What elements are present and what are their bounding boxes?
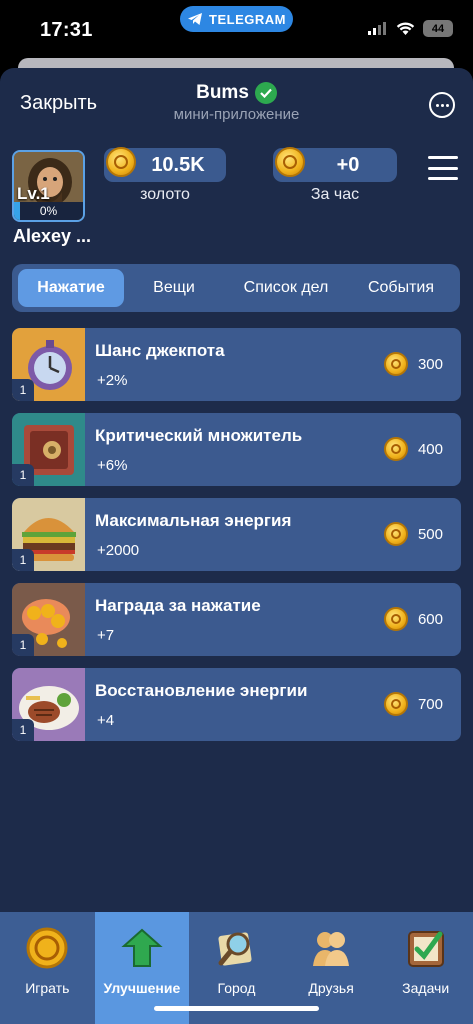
upgrade-price: 600 [383, 607, 443, 631]
telegram-pill[interactable]: TELEGRAM [180, 6, 293, 32]
upgrade-level: 1 [12, 379, 34, 401]
upgrade-list: 1 Шанс джекпота +2% 300 1 Критический мн… [12, 328, 461, 753]
upgrade-bonus: +7 [97, 627, 115, 644]
tab-items[interactable]: Вещи [124, 269, 224, 307]
coin-icon [275, 147, 305, 177]
upgrade-price: 400 [383, 437, 443, 461]
coin-icon [383, 522, 408, 546]
magnifier-map-icon [218, 932, 253, 966]
upgrade-bonus: +2000 [97, 542, 140, 559]
upgrade-name: Восстановление энергии [95, 681, 308, 700]
nav-tasks[interactable]: Задачи [378, 912, 473, 1024]
upgrade-price-value: 400 [417, 440, 443, 458]
nav-play[interactable]: Играть [0, 912, 95, 1024]
upgrade-image: 1 [12, 413, 85, 486]
status-bar: 17:31 TELEGRAM 44 [0, 0, 473, 60]
upgrade-price-value: 600 [417, 610, 443, 628]
friends-icon [313, 932, 350, 966]
checkbox-icon [407, 931, 444, 967]
wifi-icon [396, 21, 415, 35]
upgrade-card-energy-recovery[interactable]: 1 Восстановление энергии +4 700 [12, 668, 461, 741]
upgrade-bonus: +2% [97, 372, 128, 389]
arrow-up-icon [121, 928, 163, 967]
tab-todo-list[interactable]: Список дел [224, 269, 348, 307]
upgrade-tabs: Нажатие Вещи Список дел События [12, 264, 460, 312]
battery-icon: 44 [423, 20, 453, 37]
avatar[interactable]: Lv.1 0% [12, 150, 85, 222]
upgrade-price: 700 [383, 692, 443, 716]
app-title-text: Bums [196, 82, 249, 103]
upgrade-image: 1 [12, 498, 85, 571]
upgrade-card-critical-multiplier[interactable]: 1 Критический множитель +6% 400 [12, 413, 461, 486]
nav-label: Город [217, 980, 256, 996]
upgrade-card-jackpot-chance[interactable]: 1 Шанс джекпота +2% 300 [12, 328, 461, 401]
upgrade-bonus: +4 [97, 712, 115, 729]
upgrade-level: 1 [12, 549, 34, 571]
upgrade-price-value: 300 [417, 355, 443, 373]
upgrade-name: Награда за нажатие [95, 596, 261, 615]
app-title-block: Bums мини-приложение [0, 82, 473, 123]
upgrade-level: 1 [12, 464, 34, 486]
coin-icon [383, 437, 408, 461]
upgrade-price: 500 [383, 522, 443, 546]
level-progress-bar: 0% [14, 202, 83, 220]
app-header: Закрыть Bums мини-приложение [0, 68, 473, 138]
upgrade-image: 1 [12, 328, 85, 401]
upgrade-image: 1 [12, 583, 85, 656]
level-progress-fill [14, 202, 20, 220]
username: Alexey ... [13, 226, 92, 246]
upgrade-name: Шанс джекпота [95, 341, 225, 360]
upgrade-image: 1 [12, 668, 85, 741]
upgrade-level: 1 [12, 634, 34, 656]
more-options-button[interactable] [429, 92, 455, 118]
upgrade-card-tap-reward[interactable]: 1 Награда за нажатие +7 600 [12, 583, 461, 656]
gold-label: золото [140, 186, 190, 203]
hamburger-menu-icon[interactable] [428, 156, 458, 180]
nav-label: Играть [25, 980, 70, 996]
upgrade-price: 300 [383, 352, 443, 376]
status-time: 17:31 [40, 19, 93, 41]
verified-icon [254, 82, 277, 104]
upgrade-level: 1 [12, 719, 34, 741]
coin-icon [383, 607, 408, 631]
signal-icon [368, 22, 386, 35]
app-subtitle: мини-приложение [173, 106, 300, 123]
coin-icon [383, 692, 408, 716]
home-indicator[interactable] [154, 1006, 319, 1011]
hourly-income: +0 [273, 147, 397, 182]
telegram-icon [188, 13, 203, 25]
coin-icon [26, 927, 68, 969]
mini-app: Закрыть Bums мини-приложение Lv.1 0% Ale… [0, 68, 473, 1024]
upgrade-name: Критический множитель [95, 426, 303, 445]
nav-label: Задачи [402, 980, 450, 996]
nav-label: Друзья [308, 980, 354, 996]
upgrade-name: Максимальная энергия [95, 511, 292, 530]
tab-tap[interactable]: Нажатие [18, 269, 124, 307]
telegram-label: TELEGRAM [209, 11, 286, 27]
hourly-label: За час [310, 186, 360, 203]
coin-icon [106, 147, 136, 177]
gold-balance: 10.5K [104, 147, 226, 182]
nav-label: Улучшение [103, 980, 181, 996]
upgrade-card-max-energy[interactable]: 1 Максимальная энергия +2000 500 [12, 498, 461, 571]
upgrade-bonus: +6% [97, 457, 128, 474]
app-title: Bums [196, 82, 277, 104]
upgrade-price-value: 700 [417, 695, 443, 713]
level-label: Lv.1 [17, 184, 50, 203]
level-progress-text: 0% [39, 204, 58, 218]
upgrade-price-value: 500 [417, 525, 443, 543]
tab-events[interactable]: События [348, 269, 454, 307]
coin-icon [383, 352, 408, 376]
status-icons: 44 [368, 20, 453, 37]
